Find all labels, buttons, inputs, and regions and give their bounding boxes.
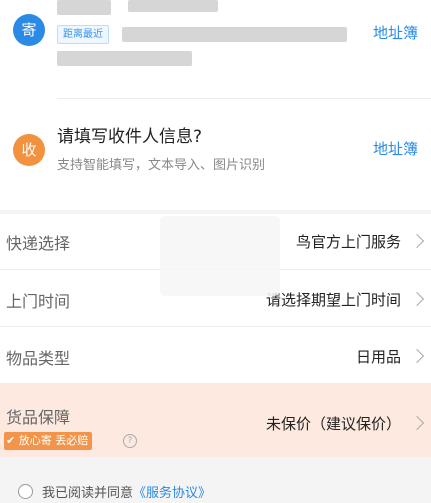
guarantee-badge-text: 放心寄 丢必赔 [18, 434, 89, 447]
guarantee-badge: ✔ 放心寄 丢必赔 [4, 432, 93, 450]
shield-check-icon: ✔ [6, 434, 16, 447]
sender-icon: 寄 [13, 14, 45, 46]
help-icon[interactable]: ? [123, 434, 137, 448]
agreement-radio[interactable] [18, 483, 33, 499]
sender-address-blurred [122, 27, 347, 42]
receiver-icon: 收 [13, 134, 45, 166]
address-card: 寄 距离最近 地址簿 收 请填写收件人信息? 支持智能填写，文本导入、图片识别 … [0, 0, 431, 210]
receiver-hint: 支持智能填写，文本导入、图片识别 [57, 158, 266, 173]
option-label: 物品类型 [6, 349, 71, 368]
sender-address-line2-blurred [57, 51, 192, 66]
receiver-prompt[interactable]: 请填写收件人信息? [57, 122, 202, 147]
chevron-right-icon [409, 415, 425, 431]
option-label: 快递选择 [6, 234, 71, 253]
service-agreement-link[interactable]: 《服务协议》 [133, 482, 211, 501]
guarantee-label: 货品保障 [6, 408, 71, 427]
sender-address-book-link[interactable]: 地址簿 [373, 22, 418, 43]
option-label: 上门时间 [6, 292, 71, 311]
option-value: 请选择期望上门时间 [265, 291, 401, 309]
option-row-item-type[interactable]: 物品类型 日用品 [0, 327, 431, 384]
sender-phone-blurred [128, 0, 218, 12]
chevron-right-icon [409, 348, 425, 364]
sender-name-blurred [57, 0, 111, 15]
receiver-address-book-link[interactable]: 地址簿 [373, 138, 418, 159]
card-divider [57, 98, 431, 99]
guarantee-value: 未保价（建议保价） [265, 415, 401, 433]
option-value: 鸟官方上门服务 [295, 233, 401, 251]
agreement-row: 我已阅读并同意 《服务协议》 [18, 480, 211, 502]
blurred-overlay [160, 216, 280, 296]
chevron-right-icon [409, 233, 425, 249]
chevron-right-icon [409, 291, 425, 307]
option-value: 日用品 [355, 348, 401, 366]
agreement-text: 我已阅读并同意 [42, 485, 134, 501]
nearest-tag: 距离最近 [57, 25, 109, 44]
